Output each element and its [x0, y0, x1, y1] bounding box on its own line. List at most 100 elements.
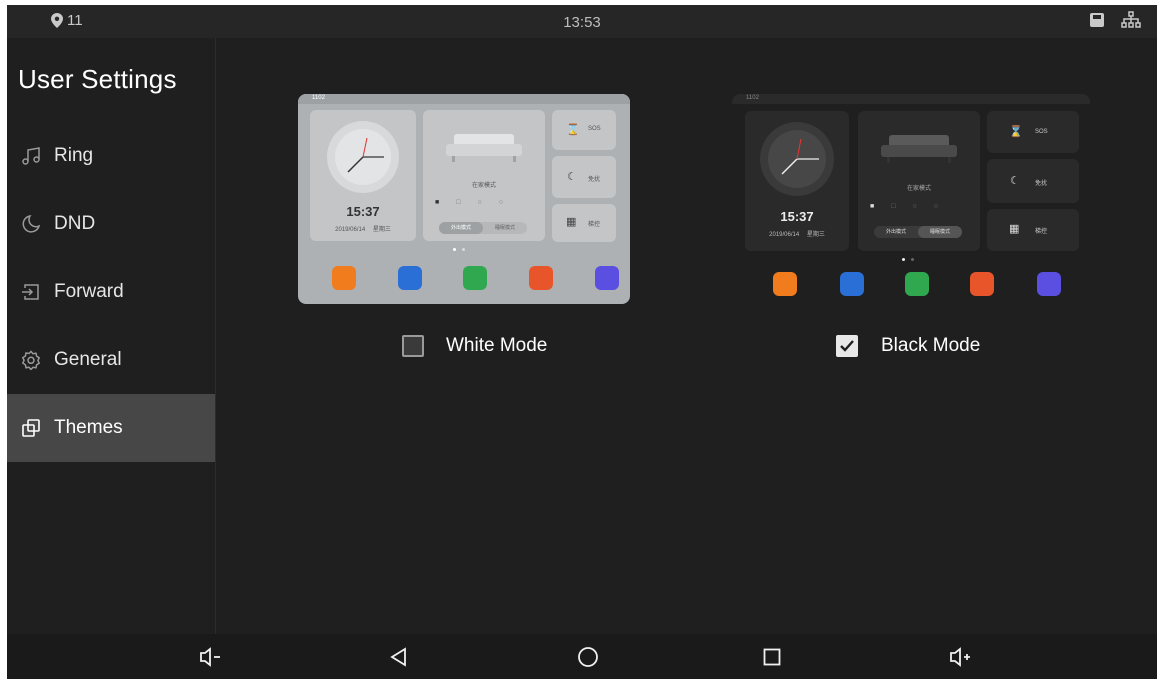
settings-app-icon [595, 266, 619, 290]
preview-mode-a: 外出模式 [439, 222, 483, 234]
preview-mode-b: 睡眠模式 [918, 226, 962, 238]
message-app-icon [840, 272, 864, 296]
clock: 13:53 [563, 14, 601, 31]
sofa-icon [446, 134, 522, 162]
preview-clock-tile: 15:37 2019/06/14 星期三 [745, 111, 849, 251]
black-mode-label[interactable]: Black Mode [881, 335, 980, 357]
sidebar-item-dnd[interactable]: DND [7, 190, 215, 258]
back-icon [390, 647, 406, 667]
preview-date: 2019/06/14 [335, 227, 366, 233]
hourglass-icon: ⌛ [566, 124, 580, 136]
page-title: User Settings [18, 64, 177, 94]
music-note-icon [19, 144, 43, 168]
preview-scene-tile: 在家模式 ■ □ ○ ○ 外出模式 睡眠模式 [423, 110, 545, 241]
sidebar: User Settings Ring DND Forward General T… [7, 38, 216, 634]
preview-status-bar: 1102 [732, 94, 1090, 104]
white-mode-label[interactable]: White Mode [446, 335, 547, 357]
white-theme-preview[interactable]: 1102 15:37 2019/06/14 星期三 在家模式 ■ □ ○ ○ 外… [298, 94, 630, 304]
preview-elevator-tile: ▦ 梯控 [987, 209, 1079, 251]
preview-date-row: 2019/06/14 星期三 [310, 224, 416, 233]
device-screen: 11 13:53 User Settings Ring DND Forward … [7, 5, 1157, 679]
preview-elevator-label: 梯控 [588, 222, 601, 228]
preview-sos-tile: ⌛ SOS [987, 111, 1079, 153]
recents-button[interactable] [759, 644, 785, 670]
preview-time: 15:37 [780, 209, 814, 224]
preview-scene-label: 在家模式 [906, 186, 931, 192]
preview-dnd-tile: ☾ 免扰 [987, 159, 1079, 203]
sidebar-item-forward[interactable]: Forward [7, 258, 215, 326]
navigation-bar [7, 634, 1157, 679]
volume-up-icon [950, 647, 970, 667]
sidebar-item-general[interactable]: General [7, 326, 215, 394]
home-icon [578, 647, 598, 667]
preview-status-text: 1102 [746, 95, 759, 101]
moon-icon: ☾ [567, 171, 577, 183]
preview-scene-label: 在家模式 [471, 183, 496, 189]
preview-elevator-tile: ▦ 梯控 [552, 204, 616, 242]
preview-mode-b: 睡眠模式 [494, 225, 515, 231]
preview-app-dock [762, 270, 1082, 300]
preview-mode-switch: 外出模式 睡眠模式 [874, 226, 962, 238]
volume-down-button[interactable] [197, 644, 223, 670]
video-app-icon [773, 272, 797, 296]
preview-scene-tile: 在家模式 ■ □ ○ ○ 外出模式 睡眠模式 [858, 111, 980, 251]
sofa-icon [881, 135, 957, 163]
preview-status-bar: 1102 [298, 94, 630, 104]
themes-icon [19, 416, 43, 440]
moon-icon [19, 212, 43, 236]
status-bar: 11 13:53 [7, 5, 1157, 38]
call-app-icon [463, 266, 487, 290]
forward-icon [19, 280, 43, 304]
settings-app-icon [1037, 272, 1061, 296]
preview-dnd-label: 免扰 [1035, 181, 1048, 187]
network-icon [1121, 11, 1141, 28]
preview-pager [453, 248, 465, 251]
gear-icon [19, 348, 43, 372]
preview-weekday: 星期三 [372, 227, 391, 233]
sidebar-item-label: Forward [54, 281, 124, 302]
sidebar-item-themes[interactable]: Themes [7, 394, 215, 462]
preview-sos-tile: ⌛ SOS [552, 110, 616, 150]
preview-mode-switch: 外出模式 睡眠模式 [439, 222, 527, 234]
checkmark-icon [840, 340, 854, 352]
preview-app-dock [320, 264, 620, 294]
alarm-app-icon [529, 266, 553, 290]
preview-mode-a: 外出模式 [885, 229, 906, 235]
video-app-icon [332, 266, 356, 290]
grid-icon: ▦ [1009, 223, 1020, 235]
sidebar-item-label: General [54, 349, 122, 370]
analog-clock-icon [760, 122, 834, 196]
sidebar-item-ring[interactable]: Ring [7, 122, 215, 190]
white-mode-checkbox[interactable] [402, 335, 424, 357]
call-app-icon [905, 272, 929, 296]
preview-weekday: 星期三 [806, 232, 825, 238]
sidebar-item-label: Ring [54, 145, 94, 166]
volume-down-icon [200, 647, 220, 667]
recents-icon [763, 648, 781, 666]
volume-up-button[interactable] [947, 644, 973, 670]
back-button[interactable] [386, 644, 412, 670]
moon-icon: ☾ [1010, 175, 1020, 187]
preview-date: 2019/06/14 [769, 232, 800, 238]
black-theme-preview[interactable]: 1102 15:37 2019/06/14 星期三 在家模式 ■ □ ○ ○ 外… [732, 94, 1090, 304]
sidebar-item-label: DND [54, 213, 96, 234]
alarm-app-icon [970, 272, 994, 296]
analog-clock-icon [327, 121, 399, 193]
preview-dnd-tile: ☾ 免扰 [552, 156, 616, 198]
hourglass-icon: ⌛ [1009, 126, 1023, 138]
preview-date-row: 2019/06/14 星期三 [745, 229, 849, 238]
sidebar-item-label: Themes [54, 417, 123, 438]
status-icons [1089, 11, 1141, 29]
grid-icon: ▦ [566, 216, 577, 228]
preview-pager [902, 258, 914, 261]
preview-sos-label: SOS [1035, 129, 1048, 135]
preview-sos-label: SOS [588, 126, 601, 132]
preview-scene-icons: ■ □ ○ ○ [870, 203, 938, 210]
black-mode-checkbox[interactable] [836, 335, 858, 357]
message-app-icon [398, 266, 422, 290]
home-button[interactable] [575, 644, 601, 670]
preview-scene-icons: ■ □ ○ ○ [435, 199, 503, 206]
preview-status-text: 1102 [312, 95, 325, 101]
preview-time: 15:37 [346, 204, 380, 219]
preview-elevator-label: 梯控 [1035, 229, 1048, 235]
